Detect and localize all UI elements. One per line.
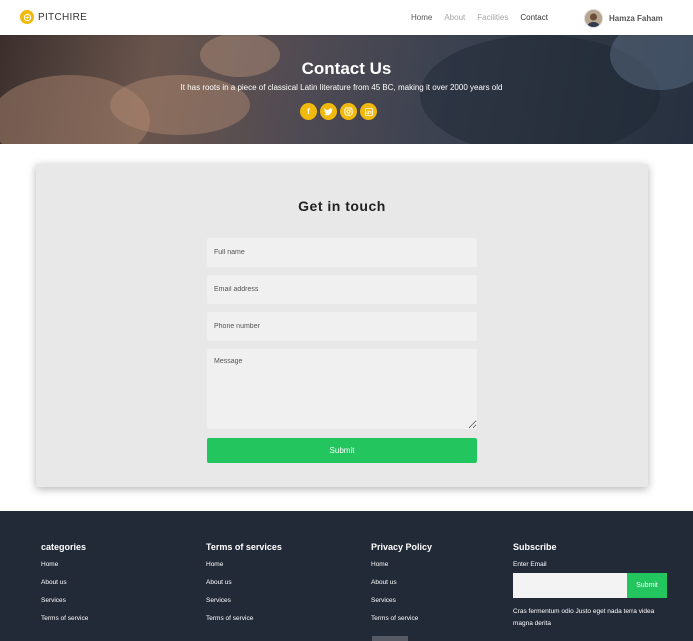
phone-input[interactable] xyxy=(207,312,477,341)
subscribe-form: Submit xyxy=(513,573,673,598)
avatar xyxy=(584,9,603,28)
brand-logo[interactable]: PITCHIRE xyxy=(20,10,87,24)
footer-heading: Terms of services xyxy=(206,542,282,552)
footer: categories Home About us Services Terms … xyxy=(0,511,693,641)
footer-link-services[interactable]: Services xyxy=(206,597,282,604)
twitter-icon[interactable] xyxy=(320,103,337,120)
footer-link-terms[interactable]: Terms of service xyxy=(41,615,88,622)
footer-link-home[interactable]: Home xyxy=(371,561,432,568)
message-textarea[interactable] xyxy=(207,349,477,429)
footer-column-subscribe: Subscribe Enter Email Submit Cras fermen… xyxy=(513,542,673,630)
footer-heading: Privacy Policy xyxy=(371,542,433,552)
footer-link-about[interactable]: About us xyxy=(41,579,88,586)
nav-links: Home About Facilities Contact xyxy=(411,13,560,22)
contact-form-title: Get in touch xyxy=(298,198,386,214)
full-name-input[interactable] xyxy=(207,238,477,267)
navbar: PITCHIRE Home About Facilities Contact H… xyxy=(0,0,693,35)
email-input[interactable] xyxy=(207,275,477,304)
subscribe-heading: Subscribe xyxy=(513,542,557,552)
nav-link-home[interactable]: Home xyxy=(411,13,432,22)
footer-column-categories: categories Home About us Services Terms … xyxy=(41,542,88,633)
user-menu[interactable]: Hamza Faham xyxy=(584,9,663,28)
linkedin-icon[interactable] xyxy=(360,103,377,120)
subscribe-label: Enter Email xyxy=(513,561,547,568)
footer-link-home[interactable]: Home xyxy=(206,561,282,568)
instagram-icon[interactable] xyxy=(340,103,357,120)
hero-banner: Contact Us It has roots in a piece of cl… xyxy=(0,35,693,144)
footer-column-terms: Terms of services Home About us Services… xyxy=(206,542,282,633)
user-name: Hamza Faham xyxy=(609,14,663,23)
footer-link-terms[interactable]: Terms of service xyxy=(206,615,282,622)
footer-column-privacy: Privacy Policy Home About us Services Te… xyxy=(371,542,432,633)
subscribe-email-input[interactable] xyxy=(513,573,627,598)
page-title: Contact Us xyxy=(301,59,392,78)
nav-link-facilities[interactable]: Facilities xyxy=(477,13,508,22)
footer-heading: categories xyxy=(41,542,87,552)
logo-icon xyxy=(20,10,34,24)
footer-link-about[interactable]: About us xyxy=(371,579,432,586)
nav-link-about[interactable]: About xyxy=(444,13,465,22)
subscribe-button[interactable]: Submit xyxy=(627,573,667,598)
footer-link-services[interactable]: Services xyxy=(41,597,88,604)
social-links: f xyxy=(300,103,380,120)
footer-link-services[interactable]: Services xyxy=(371,597,432,604)
scrollbar-thumb[interactable] xyxy=(372,636,408,641)
submit-button[interactable]: Submit xyxy=(207,438,477,463)
hero-subtitle: It has roots in a piece of classical Lat… xyxy=(180,83,503,92)
footer-link-about[interactable]: About us xyxy=(206,579,282,586)
facebook-icon[interactable]: f xyxy=(300,103,317,120)
footer-link-terms[interactable]: Terms of service xyxy=(371,615,432,622)
contact-form-card: Get in touch Submit xyxy=(36,164,648,487)
logo-text: PITCHIRE xyxy=(38,11,88,23)
subscribe-text: Cras fermentum odio Justo eget nada terr… xyxy=(513,608,655,627)
nav-link-contact[interactable]: Contact xyxy=(520,13,548,22)
footer-link-home[interactable]: Home xyxy=(41,561,88,568)
